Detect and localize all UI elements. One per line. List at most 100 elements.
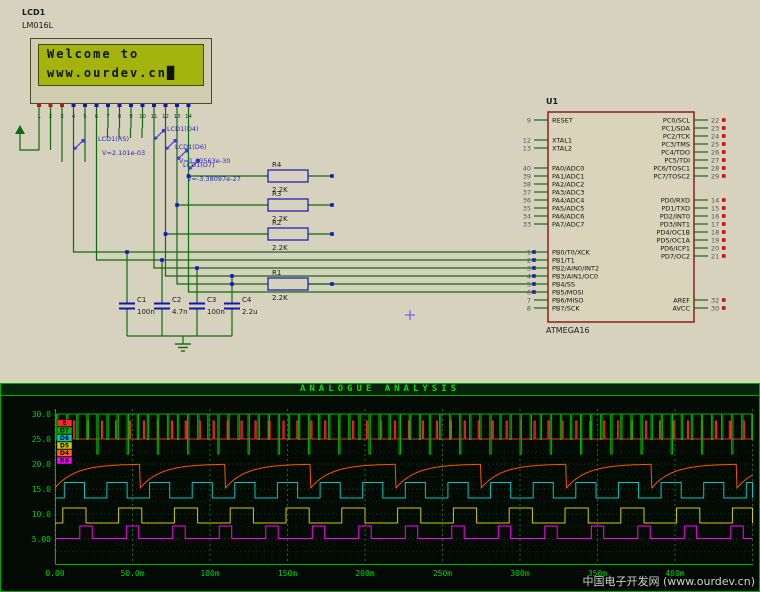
lcd-display[interactable]: Welcome to www.ourdev.cn█ xyxy=(30,38,212,104)
mcu-pin-label: PB6/MISO xyxy=(552,297,583,305)
capacitor-c4[interactable]: C42.2u xyxy=(224,296,258,316)
mcu-pin-number: 21 xyxy=(711,253,719,261)
mcu-pin-label: PC5/TDI xyxy=(664,157,690,165)
junction-dot xyxy=(230,274,234,278)
x-tick-label: 50.0m xyxy=(120,569,144,578)
resistor-body[interactable] xyxy=(268,199,308,211)
lcd-pin-number: 3 xyxy=(60,114,64,120)
mcu-pin-label: PD5/OC1A xyxy=(657,237,691,245)
mcu-pin-number: 5 xyxy=(527,281,531,289)
y-tick-label: 5.00 xyxy=(32,535,51,544)
legend-e: E xyxy=(57,420,72,428)
resistor-ref: R3 xyxy=(272,190,281,198)
capacitor-c2[interactable]: C24.7n xyxy=(154,296,188,316)
mcu-pin-number: 14 xyxy=(711,197,719,205)
mcu-pin-label: PB5/MOSI xyxy=(552,289,584,297)
mcu-pin-number: 18 xyxy=(711,229,719,237)
trace-d6 xyxy=(55,483,753,499)
mcu-pin-square xyxy=(722,198,726,202)
wire[interactable] xyxy=(166,128,535,276)
mcu-pin-number: 26 xyxy=(711,149,719,157)
probe-handle xyxy=(174,139,178,143)
mcu-name-label: ATMEGA16 xyxy=(546,326,590,336)
lcd-pin-number: 13 xyxy=(174,114,181,120)
resistor-body[interactable] xyxy=(268,170,308,182)
y-tick-label: 25.0 xyxy=(32,435,51,444)
lcd-pin-number: 1 xyxy=(37,114,41,120)
mcu-atmega16[interactable]: 9RESET12XTAL113XTAL240PA0/ADC039PA1/ADC1… xyxy=(523,112,726,322)
resistor-ref: R2 xyxy=(272,219,281,227)
capacitor-c3[interactable]: C3100n xyxy=(189,296,225,316)
resistor-r2[interactable]: R2 2.2K xyxy=(268,219,308,252)
mcu-pin-label: PA1/ADC1 xyxy=(552,173,584,181)
legend-d6: D6 xyxy=(57,435,72,443)
resistor-r1[interactable]: R12.2K xyxy=(268,269,308,302)
mcu-pin-label: AVCC xyxy=(672,305,690,313)
trace-rb xyxy=(55,526,753,539)
wire[interactable] xyxy=(97,128,535,260)
mcu-pin-label: PA2/ADC2 xyxy=(552,181,584,189)
mcu-pin-number: 33 xyxy=(523,221,531,229)
schematic-canvas[interactable]: VSS1VDD2VEE3RS4RW5E6D07D18D29D310D411D51… xyxy=(0,0,760,383)
probe-label: LCD1(RS) xyxy=(98,135,129,143)
legend-d5: D5 xyxy=(57,442,72,450)
mcu-pin-number: 2 xyxy=(527,257,531,265)
x-tick-label: 200m xyxy=(355,569,374,578)
mcu-pin-number: 15 xyxy=(711,205,719,213)
resistor-body[interactable] xyxy=(268,228,308,240)
wire[interactable] xyxy=(154,128,534,268)
voltage-probes[interactable]: LCD1(RS)V=2.101e-03LCD1(D4)LCD1(D6)V=1.6… xyxy=(74,125,241,183)
legend-label: E xyxy=(62,420,66,427)
analysis-graph[interactable]: 30.025.020.015.010.05.000.0050.0m100m150… xyxy=(1,395,759,591)
probe-handle xyxy=(82,139,86,143)
mcu-pin-square xyxy=(722,150,726,154)
mcu-pin-square xyxy=(722,134,726,138)
watermark: 中国电子开发网 (www.ourdev.cn) xyxy=(582,573,755,589)
mcu-pin-label: PC4/TDO xyxy=(661,149,690,157)
probe-value: V=-3.38097e-27 xyxy=(187,175,241,183)
mcu-pin-number: 8 xyxy=(527,305,531,313)
mcu-pin-square xyxy=(722,158,726,162)
resistor-value: 2.2K xyxy=(272,244,288,252)
mcu-pin-number: 17 xyxy=(711,221,719,229)
mcu-pin-number: 25 xyxy=(711,141,719,149)
capacitor-c1[interactable]: C1100n xyxy=(119,296,155,316)
mcu-pin-number: 20 xyxy=(711,245,719,253)
mcu-pin-label: PC6/TOSC1 xyxy=(653,165,690,173)
trace-d4 xyxy=(55,464,753,488)
mcu-pin-label: AREF xyxy=(673,297,690,305)
mcu-pin-label: PC0/SCL xyxy=(663,117,690,125)
y-tick-label: 20.0 xyxy=(32,460,51,469)
junction-dot xyxy=(160,258,164,262)
analogue-analysis-panel[interactable]: ANALOGUE ANALYSIS 30.025.020.015.010.05.… xyxy=(0,383,760,592)
legend-d7: D7 xyxy=(57,427,72,435)
lcd-pin-number: 2 xyxy=(49,114,53,120)
mcu-pin-number: 38 xyxy=(523,181,531,189)
probe-value: V=2.101e-03 xyxy=(102,149,145,157)
mcu-pin-number: 13 xyxy=(523,145,531,153)
probe-handle xyxy=(162,129,166,133)
cap-value: 2.2u xyxy=(242,308,258,316)
graph-grid xyxy=(55,409,753,564)
mcu-pin-label: PD3/INT1 xyxy=(660,221,690,229)
lcd-pin-number: 11 xyxy=(151,114,158,120)
legend-d4: D4 xyxy=(57,450,72,458)
lcd-pin-number: 5 xyxy=(83,114,87,120)
x-tick-label: 0.00 xyxy=(45,569,64,578)
mcu-pin-square xyxy=(722,306,726,310)
junction-dot xyxy=(230,282,234,286)
mcu-pin-number: 32 xyxy=(711,297,719,305)
legend-label: D5 xyxy=(60,443,69,450)
junction-dot xyxy=(330,203,334,207)
mcu-pin-label: PA6/ADC6 xyxy=(552,213,584,221)
cap-ref: C3 xyxy=(207,296,216,304)
lcd-screen: Welcome to www.ourdev.cn█ xyxy=(38,44,204,86)
resistor-body[interactable] xyxy=(268,278,308,290)
x-tick-label: 100m xyxy=(200,569,219,578)
junction-dot xyxy=(330,174,334,178)
probe-label: LCD1(D4) xyxy=(167,125,199,133)
lcd-pin-number: 8 xyxy=(118,114,122,120)
cap-value: 4.7n xyxy=(172,308,188,316)
mcu-pin-square xyxy=(722,142,726,146)
mcu-pin-number: 3 xyxy=(527,265,531,273)
